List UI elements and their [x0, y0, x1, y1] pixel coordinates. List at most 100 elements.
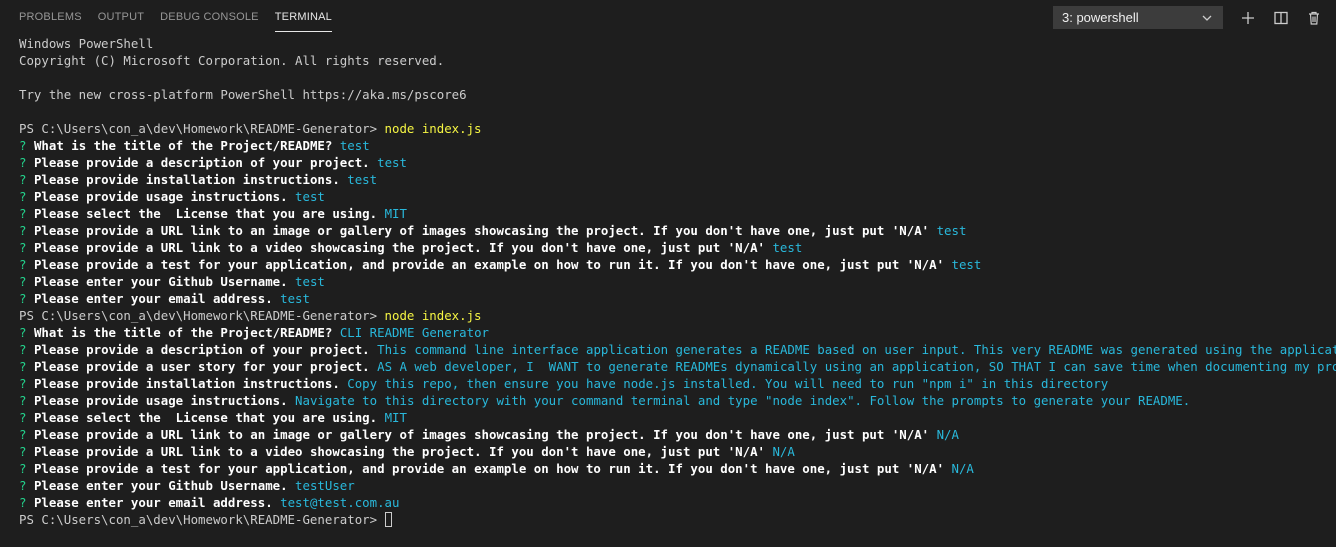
answer-text: test	[772, 240, 803, 255]
shell-prompt-line: PS C:\Users\con_a\dev\Homework\README-Ge…	[19, 511, 1336, 528]
question-text: Please enter your Github Username.	[33, 478, 288, 493]
question-text: Please provide usage instructions.	[33, 393, 288, 408]
question-text: Please enter your email address.	[33, 495, 273, 510]
split-terminal-icon[interactable]	[1270, 7, 1292, 29]
question-line: ? Please provide usage instructions. Nav…	[19, 392, 1336, 409]
question-mark: ?	[19, 342, 27, 357]
answer-text: MIT	[384, 410, 407, 425]
shell-prompt-line: PS C:\Users\con_a\dev\Homework\README-Ge…	[19, 307, 1336, 324]
question-text: Please enter your email address.	[33, 291, 273, 306]
question-mark: ?	[19, 223, 27, 238]
question-mark: ?	[19, 478, 27, 493]
shell-prompt: PS C:\Users\con_a\dev\Homework\README-Ge…	[19, 512, 385, 527]
question-text: Please select the License that you are u…	[33, 206, 378, 221]
terminal-header-line: Try the new cross-platform PowerShell ht…	[19, 86, 1336, 103]
question-mark: ?	[19, 291, 27, 306]
answer-text: AS A web developer, I WANT to generate R…	[377, 359, 1336, 374]
question-text: Please enter your Github Username.	[33, 274, 288, 289]
question-line: ? Please provide installation instructio…	[19, 171, 1336, 188]
question-mark: ?	[19, 410, 27, 425]
question-text: Please provide a test for your applicati…	[33, 257, 945, 272]
question-text: Please select the License that you are u…	[33, 410, 378, 425]
terminal-output[interactable]: Windows PowerShell Copyright (C) Microsof…	[19, 35, 1336, 528]
answer-text: Navigate to this directory with your com…	[295, 393, 1191, 408]
terminal-select-value: 3: powershell	[1062, 10, 1139, 25]
panel-tab-bar: PROBLEMS OUTPUT DEBUG CONSOLE TERMINAL 3…	[0, 0, 1336, 35]
question-text: Please provide usage instructions.	[33, 189, 288, 204]
question-mark: ?	[19, 138, 27, 153]
question-text: Please provide a URL link to a video sho…	[33, 240, 765, 255]
question-line: ? Please enter your email address. test@…	[19, 494, 1336, 511]
panel-actions: 3: powershell	[1053, 0, 1336, 35]
shell-prompt: PS C:\Users\con_a\dev\Homework\README-Ge…	[19, 308, 385, 323]
question-text: Please provide a URL link to a video sho…	[33, 444, 765, 459]
header-text: Try the new cross-platform PowerShell ht…	[19, 87, 467, 102]
question-line: ? Please provide a test for your applica…	[19, 256, 1336, 273]
answer-text: test@test.com.au	[280, 495, 400, 510]
trash-icon[interactable]	[1303, 7, 1325, 29]
question-line: ? Please enter your email address. test	[19, 290, 1336, 307]
question-text: Please provide a description of your pro…	[33, 155, 370, 170]
question-line: ? Please provide a URL link to an image …	[19, 426, 1336, 443]
question-mark: ?	[19, 189, 27, 204]
terminal-header-line: Copyright (C) Microsoft Corporation. All…	[19, 52, 1336, 69]
question-line: ? What is the title of the Project/READM…	[19, 137, 1336, 154]
terminal-header-line	[19, 103, 1336, 120]
terminal-header-line: Windows PowerShell	[19, 35, 1336, 52]
terminal-panel: PROBLEMS OUTPUT DEBUG CONSOLE TERMINAL 3…	[0, 0, 1336, 547]
question-mark: ?	[19, 240, 27, 255]
tab-problems[interactable]: PROBLEMS	[11, 0, 90, 35]
question-text: Please provide installation instructions…	[33, 172, 340, 187]
answer-text: This command line interface application …	[377, 342, 1336, 357]
question-mark: ?	[19, 376, 27, 391]
answer-text: test	[280, 291, 310, 306]
question-mark: ?	[19, 461, 27, 476]
answer-text: test	[295, 274, 325, 289]
question-text: Please provide a test for your applicati…	[33, 461, 945, 476]
answer-text: N/A	[951, 461, 974, 476]
header-text: Windows PowerShell	[19, 36, 154, 51]
question-text: Please provide a user story for your pro…	[33, 359, 370, 374]
shell-prompt-line: PS C:\Users\con_a\dev\Homework\README-Ge…	[19, 120, 1336, 137]
answer-text: MIT	[384, 206, 407, 221]
question-mark: ?	[19, 257, 27, 272]
question-mark: ?	[19, 172, 27, 187]
header-text: Copyright (C) Microsoft Corporation. All…	[19, 53, 445, 68]
shell-prompt: PS C:\Users\con_a\dev\Homework\README-Ge…	[19, 121, 385, 136]
tab-debug-console[interactable]: DEBUG CONSOLE	[152, 0, 267, 35]
question-mark: ?	[19, 155, 27, 170]
answer-text: test	[951, 257, 982, 272]
question-line: ? Please provide installation instructio…	[19, 375, 1336, 392]
answer-text: test	[339, 138, 370, 153]
answer-text: test	[347, 172, 378, 187]
terminal-cursor[interactable]	[384, 512, 392, 527]
command-text: node index.js	[384, 121, 482, 136]
question-mark: ?	[19, 206, 27, 221]
question-line: ? Please provide a URL link to an image …	[19, 222, 1336, 239]
question-text: Please provide a URL link to an image or…	[33, 427, 930, 442]
terminal-header-line	[19, 69, 1336, 86]
terminal-select[interactable]: 3: powershell	[1053, 6, 1223, 29]
question-line: ? Please provide a test for your applica…	[19, 460, 1336, 477]
chevron-down-icon	[1200, 11, 1214, 25]
answer-text: N/A	[936, 427, 959, 442]
question-text: What is the title of the Project/README?	[33, 138, 333, 153]
question-line: ? What is the title of the Project/READM…	[19, 324, 1336, 341]
answer-text: CLI README Generator	[339, 325, 490, 340]
question-mark: ?	[19, 393, 27, 408]
question-mark: ?	[19, 427, 27, 442]
question-line: ? Please provide a URL link to a video s…	[19, 239, 1336, 256]
question-line: ? Please enter your Github Username. tes…	[19, 273, 1336, 290]
question-line: ? Please select the License that you are…	[19, 409, 1336, 426]
command-text: node index.js	[384, 308, 482, 323]
question-line: ? Please provide a description of your p…	[19, 341, 1336, 358]
tab-terminal[interactable]: TERMINAL	[267, 0, 340, 35]
question-mark: ?	[19, 495, 27, 510]
question-line: ? Please select the License that you are…	[19, 205, 1336, 222]
tab-output[interactable]: OUTPUT	[90, 0, 152, 35]
plus-icon[interactable]	[1237, 7, 1259, 29]
answer-text: test	[295, 189, 325, 204]
answer-text: Copy this repo, then ensure you have nod…	[347, 376, 1109, 391]
question-mark: ?	[19, 274, 27, 289]
question-text: Please provide installation instructions…	[33, 376, 340, 391]
